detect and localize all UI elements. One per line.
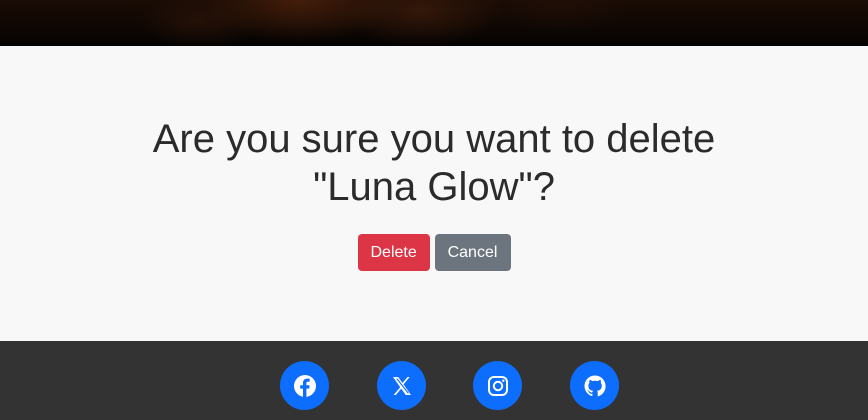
confirm-item-name: "Luna Glow"? bbox=[313, 165, 555, 209]
footer bbox=[0, 341, 868, 420]
cancel-button[interactable]: Cancel bbox=[434, 234, 511, 271]
x-link[interactable] bbox=[377, 361, 426, 410]
facebook-link[interactable] bbox=[280, 361, 329, 410]
confirm-question: Are you sure you want to delete bbox=[152, 117, 716, 161]
confirm-actions: Delete Cancel bbox=[0, 234, 868, 271]
instagram-icon bbox=[487, 375, 508, 396]
github-icon bbox=[584, 375, 606, 396]
delete-confirmation: Are you sure you want to delete "Luna Gl… bbox=[0, 46, 868, 341]
instagram-link[interactable] bbox=[473, 361, 522, 410]
confirm-heading: Are you sure you want to delete "Luna Gl… bbox=[0, 115, 868, 211]
x-icon bbox=[392, 376, 411, 395]
delete-button[interactable]: Delete bbox=[357, 234, 430, 271]
github-link[interactable] bbox=[570, 361, 619, 410]
hero-image bbox=[0, 0, 868, 46]
facebook-icon bbox=[293, 374, 316, 397]
